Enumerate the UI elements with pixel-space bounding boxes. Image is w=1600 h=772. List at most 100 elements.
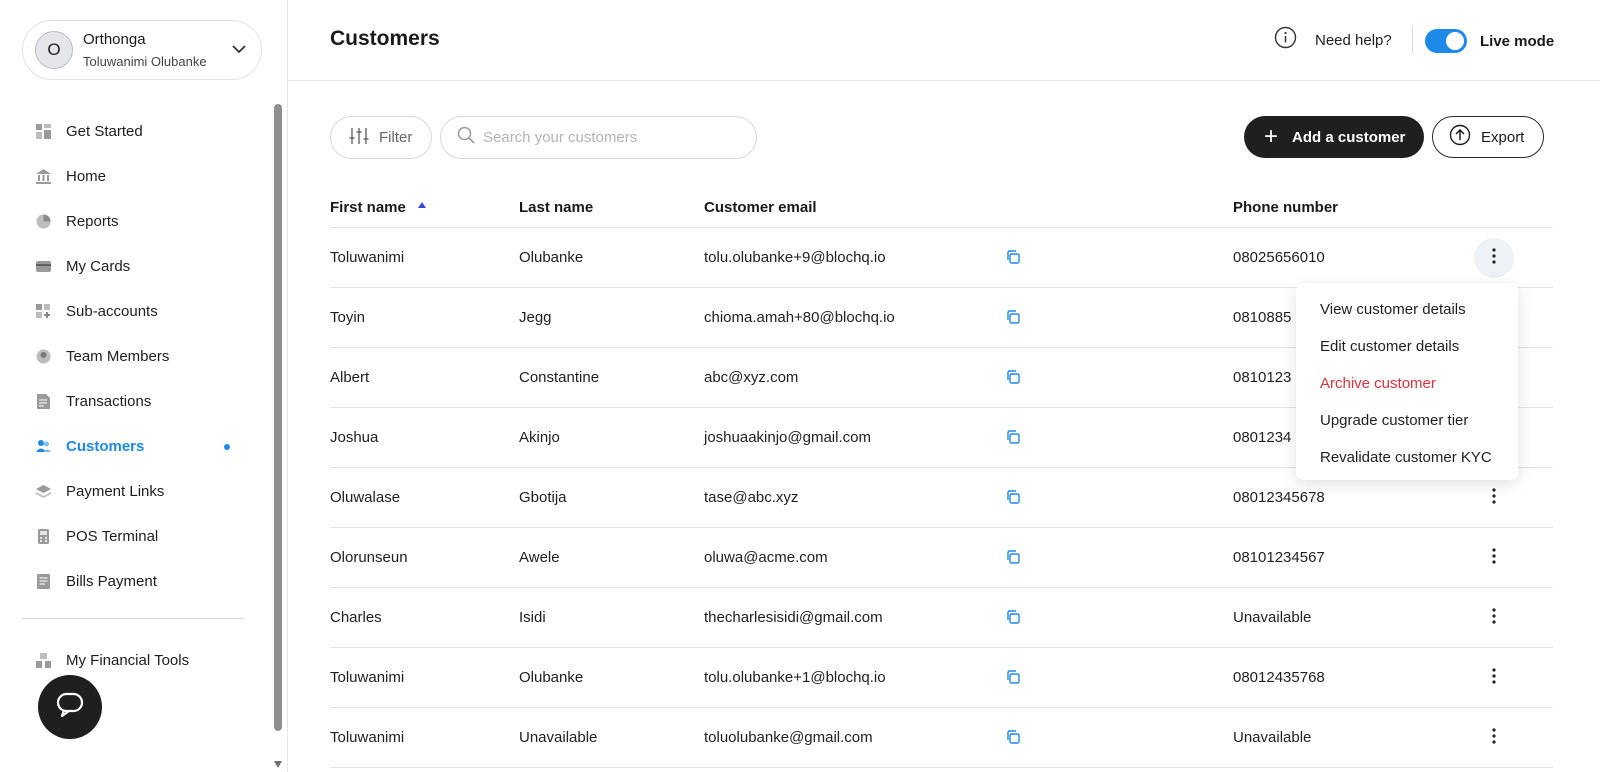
chat-support-button[interactable] [38, 675, 102, 739]
top-bar: Customers Need help? Live mode [288, 0, 1600, 81]
cell-last-name: Olubanke [519, 249, 584, 266]
cell-email: thecharlesisidi@gmail.com [704, 609, 883, 626]
layers-icon [36, 484, 51, 499]
sidebar-item-label: Customers [66, 438, 145, 455]
table-row[interactable]: Charles Isidi thecharlesisidi@gmail.com Una… [330, 588, 1553, 648]
add-customer-button[interactable]: + Add a customer [1244, 116, 1424, 158]
cell-first-name: Olorunseun [330, 549, 408, 566]
cell-first-name: Toluwanimi [330, 249, 405, 266]
table-row[interactable]: Toluwanimi Unavailable toluolubanke@gmail.… [330, 708, 1553, 768]
cell-phone: 0810123 [1233, 369, 1292, 386]
sidebar-nav: Get Started Home Reports My Cards Sub-ac… [0, 109, 270, 604]
cell-phone: 08012345678 [1233, 489, 1325, 506]
sub-accounts-icon [36, 304, 51, 319]
copy-icon[interactable] [1006, 670, 1020, 688]
sidebar-item-label: My Cards [66, 258, 131, 275]
more-vertical-icon [1492, 548, 1496, 568]
sidebar-item-my-cards[interactable]: My Cards [0, 244, 270, 289]
live-mode-toggle[interactable] [1425, 29, 1467, 53]
org-name: Orthonga [83, 31, 146, 48]
row-actions-button[interactable] [1474, 598, 1514, 638]
sort-asc-icon[interactable] [417, 202, 426, 209]
row-actions-button[interactable] [1474, 238, 1514, 278]
column-header-email: Customer email [704, 199, 817, 216]
cell-email: tolu.olubanke+9@blochq.io [704, 249, 886, 266]
cell-last-name: Gbotija [519, 489, 567, 506]
filter-button[interactable]: Filter [330, 116, 432, 159]
copy-icon[interactable] [1006, 370, 1020, 388]
toggle-knob [1446, 32, 1464, 50]
column-header-first-name[interactable]: First name [330, 199, 426, 216]
cell-phone: Unavailable [1233, 729, 1312, 746]
sidebar-item-label: Get Started [66, 123, 143, 140]
cell-last-name: Olubanke [519, 669, 584, 686]
scrollbar-thumb[interactable] [274, 104, 282, 731]
sidebar-item-team-members[interactable]: Team Members [0, 334, 270, 379]
sidebar-item-payment-links[interactable]: Payment Links [0, 469, 270, 514]
column-header-last-name: Last name [519, 199, 594, 216]
menu-item-view-customer-details[interactable]: View customer details [1296, 291, 1518, 328]
more-vertical-icon [1492, 728, 1496, 748]
bank-icon [36, 169, 51, 184]
copy-icon[interactable] [1006, 490, 1020, 508]
sidebar-item-reports[interactable]: Reports [0, 199, 270, 244]
search-box [440, 116, 757, 159]
cell-phone: 08012435768 [1233, 669, 1325, 686]
cell-phone: 0810885 [1233, 309, 1292, 326]
copy-icon[interactable] [1006, 610, 1020, 628]
table-row[interactable]: Olorunseun Awele oluwa@acme.com 08101234567 [330, 528, 1553, 588]
plus-icon: + [1264, 123, 1279, 150]
info-icon [1274, 26, 1297, 54]
table-row[interactable]: Toluwanimi Olubanke tolu.olubanke+1@blochq… [330, 648, 1553, 708]
cell-first-name: Albert [330, 369, 370, 386]
copy-icon[interactable] [1006, 730, 1020, 748]
copy-icon[interactable] [1006, 310, 1020, 328]
search-input[interactable] [483, 129, 733, 146]
cell-last-name: Jegg [519, 309, 552, 326]
sidebar-item-label: Team Members [66, 348, 170, 365]
cell-email: chioma.amah+80@blochq.io [704, 309, 895, 326]
sidebar-item-sub-accounts[interactable]: Sub-accounts [0, 289, 270, 334]
sidebar-item-label: Reports [66, 213, 119, 230]
sidebar-item-label: Home [66, 168, 107, 185]
sidebar-item-home[interactable]: Home [0, 154, 270, 199]
cell-last-name: Unavailable [519, 729, 598, 746]
cell-email: toluolubanke@gmail.com [704, 729, 873, 746]
page-title: Customers [330, 27, 440, 50]
chevron-down-icon[interactable] [231, 41, 247, 62]
sidebar-item-bills-payment[interactable]: Bills Payment [0, 559, 270, 604]
export-button[interactable]: Export [1432, 116, 1544, 158]
help-link[interactable]: Need help? [1274, 26, 1392, 54]
bill-icon [36, 574, 51, 589]
row-actions-button[interactable] [1474, 718, 1514, 758]
cell-phone: 08101234567 [1233, 549, 1325, 566]
header-divider [1412, 26, 1413, 53]
copy-icon[interactable] [1006, 550, 1020, 568]
card-icon [36, 259, 51, 274]
cell-first-name: Toyin [330, 309, 366, 326]
org-switcher[interactable]: O Orthonga Toluwanimi Olubanke [22, 20, 262, 80]
menu-item-edit-customer-details[interactable]: Edit customer details [1296, 328, 1518, 365]
menu-item-archive-customer[interactable]: Archive customer [1296, 365, 1518, 402]
sidebar-item-customers[interactable]: Customers [0, 424, 270, 469]
menu-item-upgrade-customer-tier[interactable]: Upgrade customer tier [1296, 402, 1518, 439]
menu-item-revalidate-customer-kyc[interactable]: Revalidate customer KYC [1296, 439, 1518, 476]
sidebar-item-transactions[interactable]: Transactions [0, 379, 270, 424]
scroll-down-arrow-icon[interactable] [274, 761, 282, 768]
sidebar-item-financial-tools[interactable]: My Financial Tools [0, 638, 189, 683]
row-actions-button[interactable] [1474, 478, 1514, 518]
table-row[interactable]: Toluwanimi Olubanke tolu.olubanke+9@blochq… [330, 228, 1553, 288]
row-actions-button[interactable] [1474, 538, 1514, 578]
cell-email: abc@xyz.com [704, 369, 799, 386]
sidebar-item-get-started[interactable]: Get Started [0, 109, 270, 154]
row-actions-button[interactable] [1474, 658, 1514, 698]
sidebar-item-pos-terminal[interactable]: POS Terminal [0, 514, 270, 559]
search-icon [457, 126, 475, 149]
sidebar-scrollbar[interactable] [272, 104, 284, 772]
row-action-menu: View customer details Edit customer detai… [1296, 283, 1518, 480]
copy-icon[interactable] [1006, 430, 1020, 448]
cell-phone: 0801234 [1233, 429, 1292, 446]
chat-bubble-icon [56, 692, 84, 723]
upload-icon [1449, 124, 1471, 150]
copy-icon[interactable] [1006, 250, 1020, 268]
